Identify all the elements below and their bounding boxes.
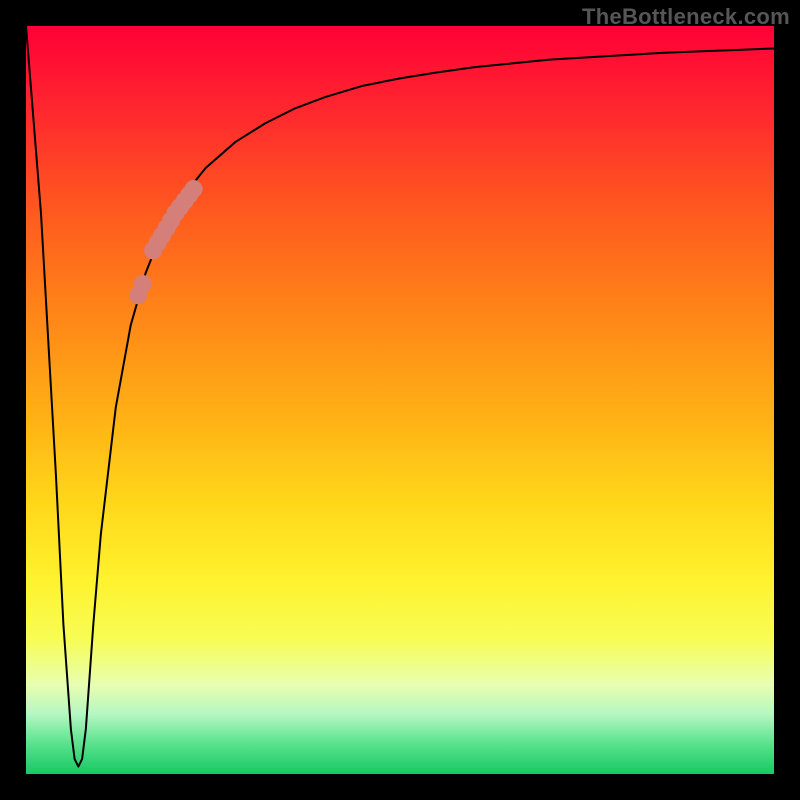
marker-layer [129,180,202,304]
marker-point [134,275,152,293]
watermark-text: TheBottleneck.com [582,4,790,30]
marker-point [185,180,203,198]
bottleneck-curve [26,26,774,767]
chart-svg [26,26,774,774]
plot-area [26,26,774,774]
chart-frame: TheBottleneck.com [0,0,800,800]
curve-layer [26,26,774,767]
